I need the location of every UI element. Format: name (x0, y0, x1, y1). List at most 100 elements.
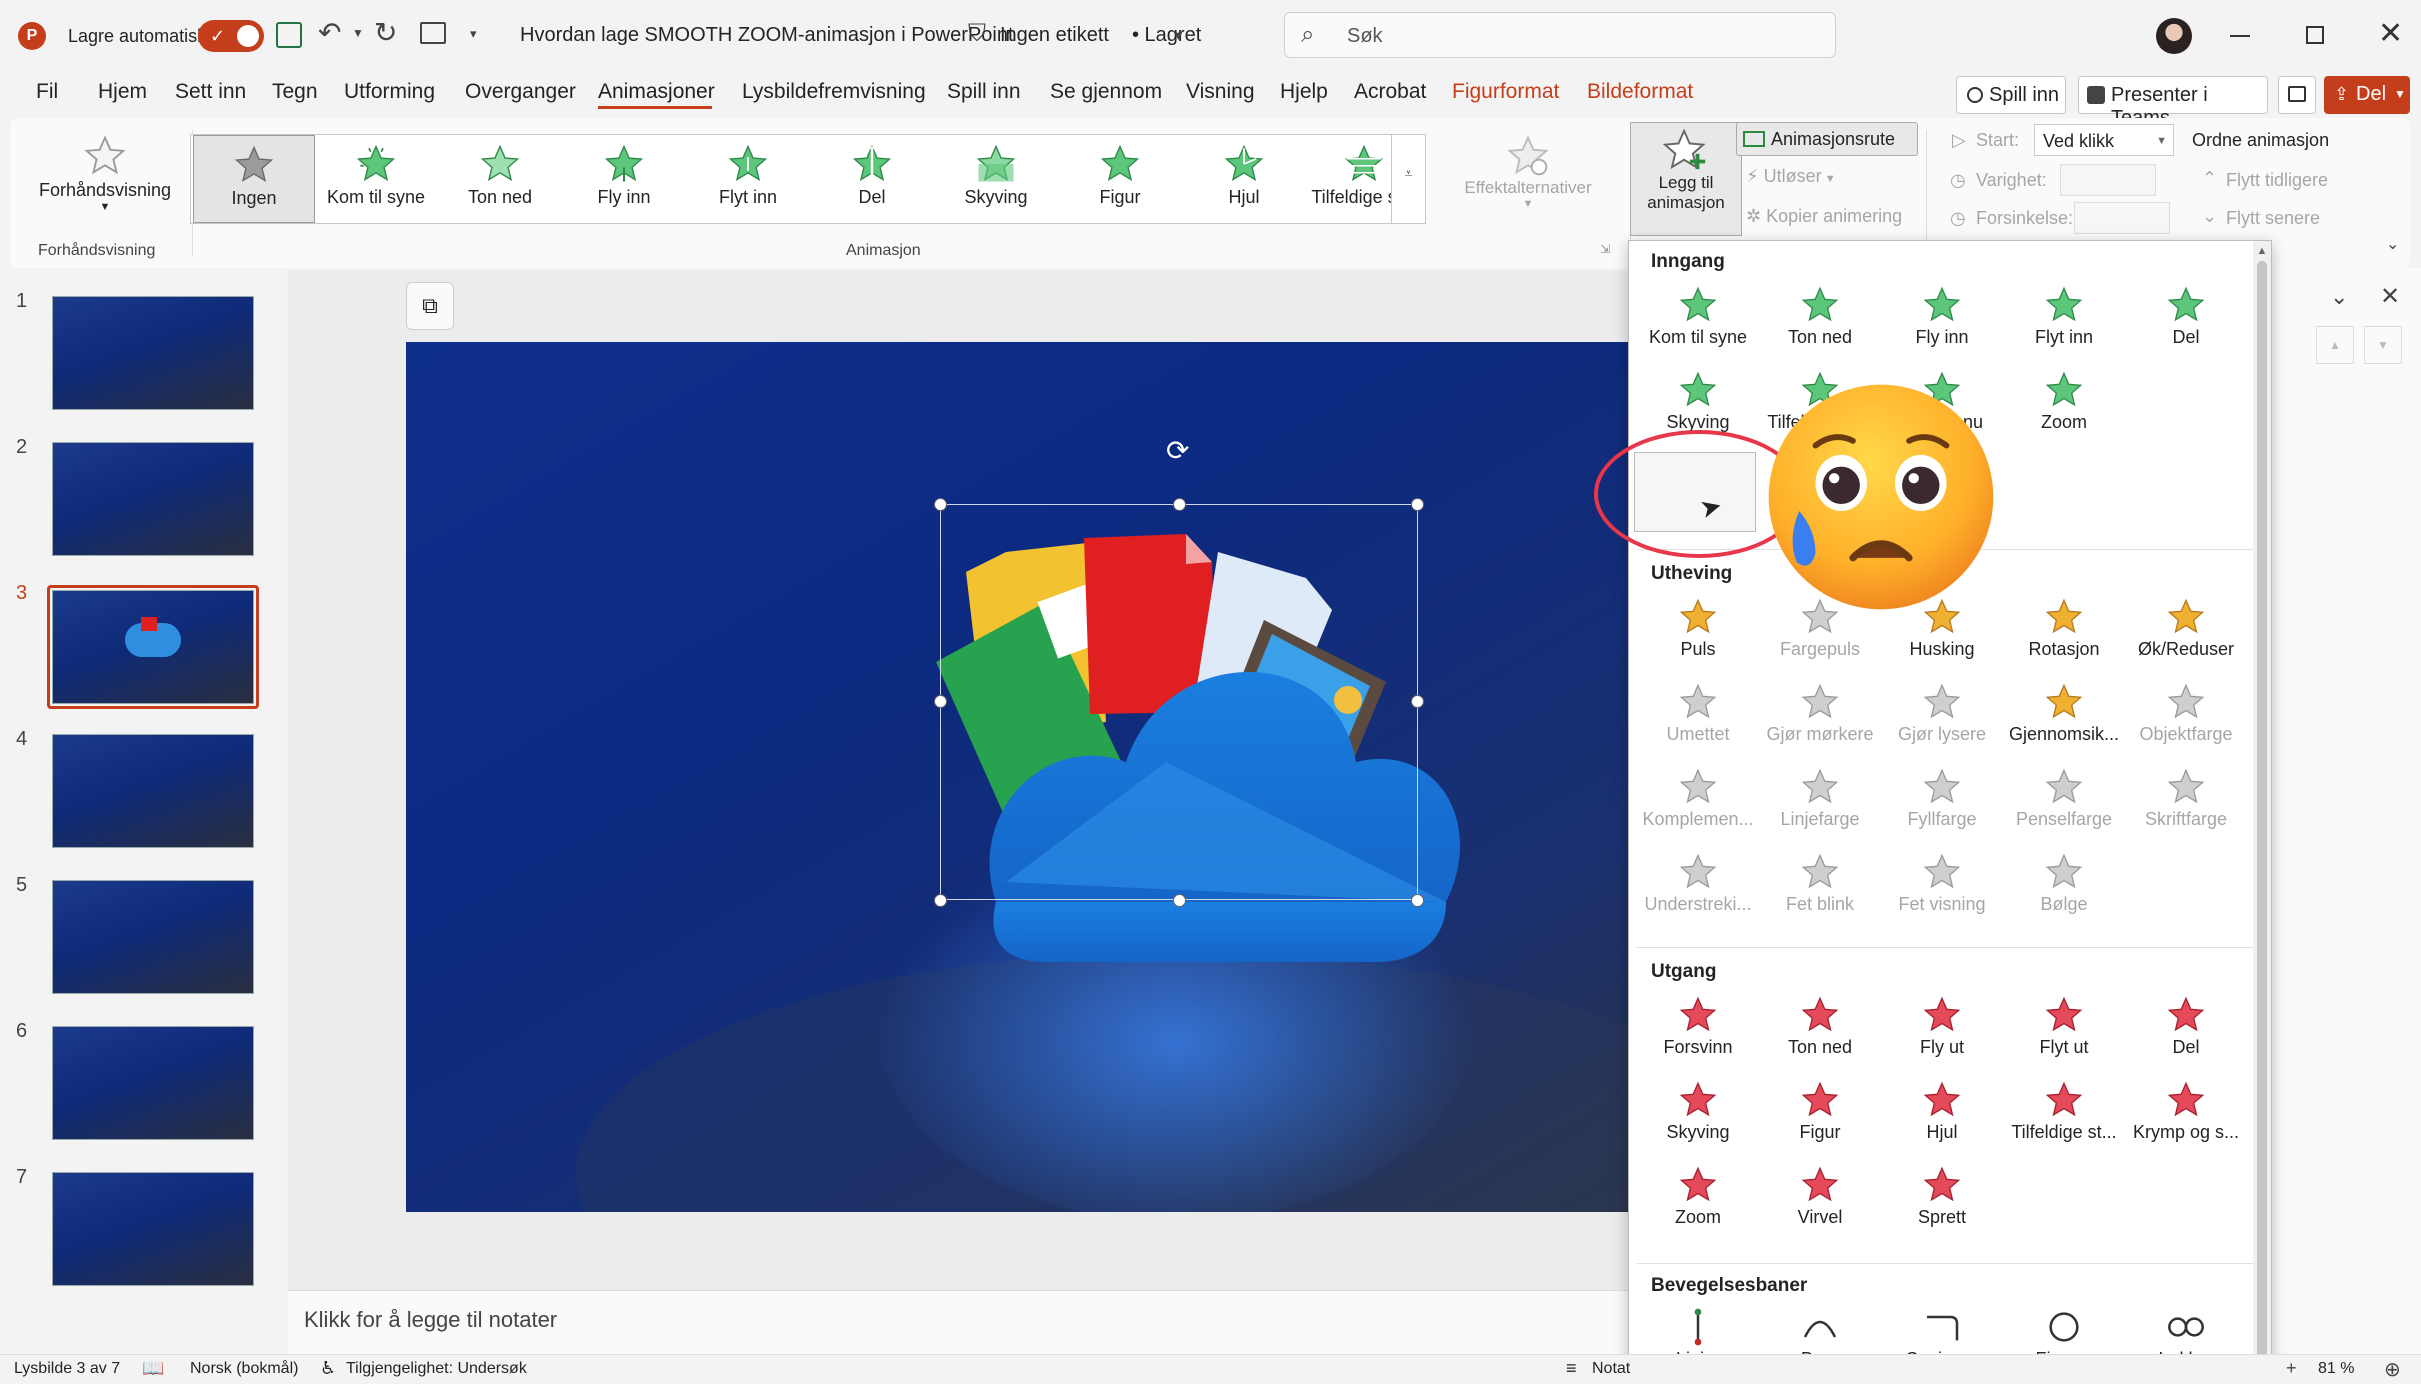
emphasis-effect-puls[interactable]: Puls (1637, 593, 1759, 673)
redo-icon[interactable]: ↻ (374, 16, 397, 49)
tab-insert[interactable]: Sett inn (175, 80, 246, 104)
exit-effect-ton-ned[interactable]: Ton ned (1759, 991, 1881, 1071)
preview-button[interactable]: Forhåndsvisning ▼ (20, 128, 190, 238)
tab-slideshow[interactable]: Lysbildefremvisning (742, 80, 926, 104)
exit-effect-forsvinn[interactable]: Forsvinn (1637, 991, 1759, 1071)
gallery-item-none[interactable]: Ingen (193, 135, 315, 223)
undo-icon[interactable]: ↶ (318, 16, 341, 49)
designer-icon[interactable]: ⧉ (406, 282, 454, 330)
fit-to-window-icon[interactable]: ⊕ (2384, 1357, 2401, 1382)
gallery-item-appear[interactable]: Kom til syne (315, 135, 437, 223)
gallery-item-wheel[interactable]: Hjul (1183, 135, 1305, 223)
scroll-thumb[interactable] (2257, 261, 2267, 1361)
document-title[interactable]: Hvordan lage SMOOTH ZOOM-animasjon i Pow… (520, 24, 1014, 47)
slide-canvas[interactable]: ⟳ (406, 342, 1628, 1212)
pane-collapse-icon[interactable]: ⌄ (2330, 284, 2348, 310)
comments-icon[interactable] (2278, 76, 2316, 114)
gallery-item-float-in[interactable]: Flyt inn (687, 135, 809, 223)
notes-pane[interactable]: Klikk for å legge til notater (288, 1290, 1628, 1354)
spelling-book-icon[interactable]: 📖 (142, 1358, 164, 1379)
status-accessibility[interactable]: Tilgjengelighet: Undersøk (346, 1360, 527, 1378)
emphasis-effect-øk-reduser[interactable]: Øk/Reduser (2125, 593, 2247, 673)
exit-effect-tilfeldige-st[interactable]: Tilfeldige st... (2003, 1076, 2125, 1156)
resize-handle[interactable] (934, 894, 947, 907)
sensitivity-shield-icon[interactable]: ⛉ (968, 20, 986, 48)
slide-thumbnail-7[interactable] (52, 1172, 254, 1286)
tab-animations[interactable]: Animasjoner (598, 80, 715, 104)
entrance-effect-ton-ned[interactable]: Ton ned (1759, 281, 1881, 361)
tab-draw[interactable]: Tegn (272, 80, 318, 104)
exit-effect-del[interactable]: Del (2125, 991, 2247, 1071)
notes-icon[interactable]: ≡ (1566, 1358, 1577, 1379)
autosave-toggle[interactable]: ✓ (198, 20, 264, 52)
exit-effect-hjul[interactable]: Hjul (1881, 1076, 2003, 1156)
exit-effect-sprett[interactable]: Sprett (1881, 1161, 2003, 1241)
collapse-ribbon-icon[interactable]: ⌄ (2386, 234, 2399, 254)
exit-effect-skyving[interactable]: Skyving (1637, 1076, 1759, 1156)
tab-review[interactable]: Se gjennom (1050, 80, 1162, 104)
search-box[interactable]: ⌕ Søk (1284, 12, 1836, 58)
entrance-effect-del[interactable]: Del (2125, 281, 2247, 361)
gallery-item-fly-in[interactable]: Fly inn (563, 135, 685, 223)
slide-thumbnail-6[interactable] (52, 1026, 254, 1140)
exit-effect-zoom[interactable]: Zoom (1637, 1161, 1759, 1241)
present-in-teams-button[interactable]: Presenter i Teams (2078, 76, 2268, 129)
resize-handle[interactable] (1173, 498, 1186, 511)
resize-handle[interactable] (1411, 695, 1424, 708)
rotate-handle-icon[interactable]: ⟳ (1166, 434, 1189, 467)
emphasis-effect-rotasjon[interactable]: Rotasjon (2003, 593, 2125, 673)
gallery-more-button[interactable]: ⩡ (1391, 135, 1425, 223)
tab-design[interactable]: Utforming (344, 80, 435, 104)
customize-quick-access-icon[interactable]: ▾ (470, 26, 477, 42)
exit-effect-virvel[interactable]: Virvel (1759, 1161, 1881, 1241)
present-icon[interactable] (420, 22, 446, 44)
tab-home[interactable]: Hjem (98, 80, 147, 104)
animation-pane-button[interactable]: Animasjonsrute (1736, 122, 1918, 156)
resize-handle[interactable] (1411, 498, 1424, 511)
pane-move-up-icon[interactable]: ▲ (2316, 326, 2354, 364)
exit-effect-flyt-ut[interactable]: Flyt ut (2003, 991, 2125, 1071)
accessibility-icon[interactable]: ♿ (320, 1358, 336, 1379)
scroll-up-icon[interactable]: ▲ (2253, 245, 2271, 257)
tab-help[interactable]: Hjelp (1280, 80, 1328, 104)
tab-record[interactable]: Spill inn (947, 80, 1021, 104)
status-notes[interactable]: Notat (1592, 1360, 1630, 1378)
gallery-item-split[interactable]: Del (811, 135, 933, 223)
entrance-effect-zoom[interactable]: Zoom (2003, 366, 2125, 446)
undo-dropdown-icon[interactable]: ▼ (352, 26, 364, 40)
close-icon[interactable]: ✕ (2378, 16, 2403, 51)
status-slide-info[interactable]: Lysbilde 3 av 7 (14, 1360, 120, 1378)
slide-thumbnail-3[interactable] (52, 590, 254, 704)
entrance-effect-fly-inn[interactable]: Fly inn (1881, 281, 2003, 361)
avatar[interactable] (2156, 18, 2192, 54)
sensitivity-label[interactable]: Ingen etikett (1000, 24, 1109, 47)
tab-acrobat[interactable]: Acrobat (1354, 80, 1426, 104)
title-chevron-down-icon[interactable]: ▼ (1172, 28, 1185, 43)
slide-thumbnail-1[interactable] (52, 296, 254, 410)
exit-effect-krymp-og-s[interactable]: Krymp og s... (2125, 1076, 2247, 1156)
tab-shape-format[interactable]: Figurformat (1452, 80, 1559, 104)
status-zoom-level[interactable]: 81 % (2318, 1360, 2354, 1378)
add-animation-button[interactable]: Legg til animasjon (1630, 122, 1742, 236)
slide-thumbnail-2[interactable] (52, 442, 254, 556)
gallery-item-shape[interactable]: Figur (1059, 135, 1181, 223)
exit-effect-fly-ut[interactable]: Fly ut (1881, 991, 2003, 1071)
tab-transitions[interactable]: Overganger (465, 80, 576, 104)
slide-thumbnail-5[interactable] (52, 880, 254, 994)
resize-handle[interactable] (934, 695, 947, 708)
exit-effect-figur[interactable]: Figur (1759, 1076, 1881, 1156)
resize-handle[interactable] (934, 498, 947, 511)
tab-view[interactable]: Visning (1186, 80, 1255, 104)
panel-scrollbar[interactable]: ▲ (2253, 241, 2271, 1383)
save-icon[interactable] (276, 22, 302, 48)
entrance-effect-flyt-inn[interactable]: Flyt inn (2003, 281, 2125, 361)
emphasis-effect-gjennomsik[interactable]: Gjennomsik... (2003, 678, 2125, 758)
pane-close-icon[interactable]: ✕ (2380, 282, 2400, 311)
dialog-launcher-icon[interactable]: ⇲ (1600, 242, 1610, 256)
resize-handle[interactable] (1411, 894, 1424, 907)
slide-thumbnail-4[interactable] (52, 734, 254, 848)
pane-move-down-icon[interactable]: ▼ (2364, 326, 2402, 364)
entrance-effect-kom-til-syne[interactable]: Kom til syne (1637, 281, 1759, 361)
resize-handle[interactable] (1173, 894, 1186, 907)
gallery-item-wipe[interactable]: Skyving (935, 135, 1057, 223)
